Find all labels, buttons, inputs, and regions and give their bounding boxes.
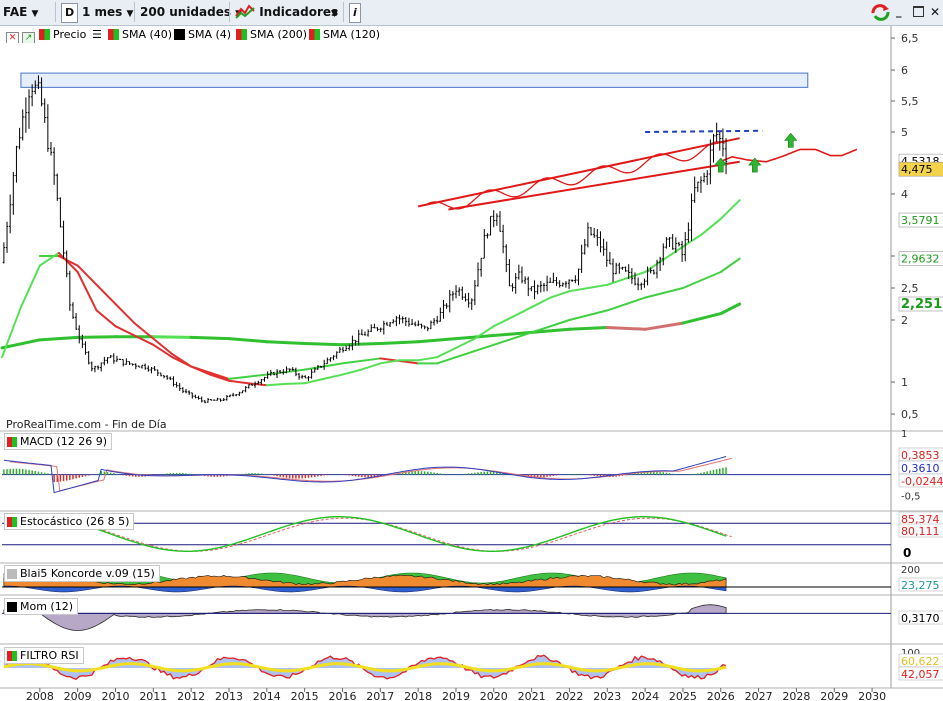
sma200-segment xyxy=(378,340,420,346)
stochastic-swatch-icon xyxy=(7,517,17,527)
macd-title[interactable]: MACD (12 26 9) xyxy=(4,433,113,450)
rsi-title-label: FILTRO RSI xyxy=(20,649,79,662)
time-tick-label: 2014 xyxy=(253,690,281,701)
koncorde-swatch-icon xyxy=(7,569,17,579)
chart-area[interactable]: 6,565,55432,5210,54,53184,4753,57912,963… xyxy=(0,0,943,701)
macd-tick-label: -0,5 xyxy=(901,492,921,503)
time-tick-label: 2010 xyxy=(101,690,129,701)
macd-title-label: MACD (12 26 9) xyxy=(20,435,108,448)
stochastic-title-label: Estocástico (26 8 5) xyxy=(20,515,130,528)
time-tick-label: 2016 xyxy=(328,690,356,701)
sma40-segment xyxy=(284,382,306,385)
time-tick-label: 2029 xyxy=(820,690,848,701)
sma200-segment xyxy=(303,342,344,347)
koncorde-tick-label: 200 xyxy=(901,565,920,576)
indicator-value: 80,111 xyxy=(901,525,940,538)
value-label: 4,475 xyxy=(901,163,933,176)
rsi-title[interactable]: FILTRO RSI xyxy=(4,647,84,664)
momentum-area xyxy=(3,604,727,631)
sma200-segment xyxy=(151,335,193,339)
time-tick-label: 2015 xyxy=(291,690,319,701)
sma200-segment xyxy=(189,335,231,341)
price-tick-label: 5 xyxy=(901,126,908,139)
highlight-box xyxy=(20,72,809,88)
macd-swatch-icon xyxy=(7,437,17,447)
value-label: 3,5791 xyxy=(901,214,940,227)
time-tick-label: 2026 xyxy=(707,690,735,701)
time-tick-label: 2022 xyxy=(555,690,583,701)
rsi-swatch-icon xyxy=(7,651,17,661)
time-tick-label: 2017 xyxy=(366,690,394,701)
stochastic-tick-label: 0 xyxy=(903,546,911,560)
sma200-segment xyxy=(605,325,647,331)
macd-tick-label: 1 xyxy=(901,429,907,440)
time-tick-label: 2024 xyxy=(631,690,659,701)
sma200-segment xyxy=(76,335,117,339)
indicator-value: 23,275 xyxy=(901,579,940,592)
time-tick-label: 2025 xyxy=(669,690,697,701)
value-label: 2,9632 xyxy=(901,253,940,266)
price-panel-bg xyxy=(2,43,891,431)
watermark: ProRealTime.com - Fin de Día xyxy=(6,418,167,431)
value-label: 2,2517 xyxy=(901,297,943,312)
sma200-segment xyxy=(340,342,382,347)
stochastic-title[interactable]: Estocástico (26 8 5) xyxy=(4,513,135,530)
sma200-segment xyxy=(567,325,609,331)
indicator-value: 0,3610 xyxy=(901,462,940,475)
price-tick-label: 0,5 xyxy=(901,408,919,421)
time-tick-label: 2019 xyxy=(442,690,470,701)
time-tick-label: 2008 xyxy=(26,690,54,701)
momentum-swatch-icon xyxy=(7,602,17,612)
time-tick-label: 2013 xyxy=(215,690,243,701)
price-tick-label: 2,5 xyxy=(901,282,919,295)
indicator-value: 0,3853 xyxy=(901,449,940,462)
time-tick-label: 2030 xyxy=(858,690,886,701)
momentum-title[interactable]: Mom (12) xyxy=(4,598,79,615)
indicator-value: 42,057 xyxy=(901,668,940,681)
time-tick-label: 2009 xyxy=(64,690,92,701)
time-tick-label: 2028 xyxy=(782,690,810,701)
price-tick-label: 2 xyxy=(901,314,908,327)
momentum-title-label: Mom (12) xyxy=(20,600,74,613)
sma40-segment xyxy=(265,382,287,387)
time-tick-label: 2020 xyxy=(480,690,508,701)
time-tick-label: 2011 xyxy=(139,690,167,701)
price-tick-label: 1 xyxy=(901,376,908,389)
indicator-value: 60,622 xyxy=(901,655,940,668)
indicator-value: 0,3170 xyxy=(901,612,940,625)
sma200-segment xyxy=(265,340,307,346)
time-tick-label: 2027 xyxy=(745,690,773,701)
time-tick-label: 2021 xyxy=(518,690,546,701)
price-tick-label: 4 xyxy=(901,188,908,201)
price-tick-label: 6 xyxy=(901,64,908,77)
koncorde-title[interactable]: Blai5 Koncorde v.09 (15) xyxy=(4,565,160,582)
indicator-value: -0,0244 xyxy=(901,475,943,488)
price-tick-label: 5,5 xyxy=(901,95,919,108)
time-tick-label: 2023 xyxy=(593,690,621,701)
koncorde-title-label: Blai5 Koncorde v.09 (15) xyxy=(20,567,155,580)
time-tick-label: 2018 xyxy=(404,690,432,701)
time-tick-label: 2012 xyxy=(177,690,205,701)
price-tick-label: 6,5 xyxy=(901,32,919,45)
